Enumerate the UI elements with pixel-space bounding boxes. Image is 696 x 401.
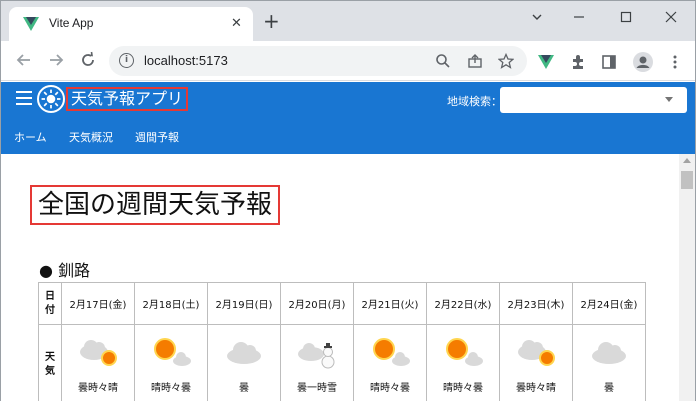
url-text[interactable]: localhost:5173 <box>144 53 228 68</box>
weather-row-label: 天気 <box>38 324 62 401</box>
hamburger-menu-icon[interactable] <box>16 91 32 105</box>
zoom-icon[interactable] <box>435 53 451 69</box>
new-tab-button[interactable]: + <box>263 11 280 31</box>
date-cell: 2月20日(月) <box>280 282 354 325</box>
cloud-sun-icon <box>80 339 117 366</box>
weather-text: 晴時々曇 <box>151 382 191 394</box>
date-cell: 2月18日(土) <box>134 282 208 325</box>
sun-cloud-icon <box>154 337 191 366</box>
scrollbar-thumb[interactable] <box>681 171 693 189</box>
tab-close-icon[interactable]: ✕ <box>231 16 242 31</box>
cloud-icon <box>592 341 626 364</box>
back-icon[interactable] <box>15 51 33 69</box>
page-title: 全国の週間天気予報 <box>30 185 281 225</box>
weather-cell: 晴時々曇 <box>426 324 500 401</box>
sun-cloud-icon <box>373 337 410 366</box>
browser-toolbar: i localhost:5173 <box>1 41 695 81</box>
date-row: 日付 2月17日(金) 2月18日(土) 2月19日(日) 2月20日(月) 2… <box>38 282 646 325</box>
scroll-up-icon[interactable] <box>683 158 691 163</box>
vite-logo-icon <box>23 17 39 31</box>
browser-tab-strip: Vite App ✕ + <box>1 1 695 41</box>
date-cell: 2月22日(水) <box>426 282 500 325</box>
address-bar[interactable]: i localhost:5173 <box>109 46 527 76</box>
profile-avatar-icon[interactable] <box>633 52 653 72</box>
app-logo-icon <box>37 85 65 113</box>
weather-cell: 晴時々曇 <box>353 324 427 401</box>
share-icon[interactable] <box>467 53 483 69</box>
weather-cell: 曇一時雪 <box>280 324 354 401</box>
browser-tab[interactable]: Vite App ✕ <box>9 7 253 41</box>
extensions-icon[interactable] <box>570 54 586 70</box>
close-window-icon[interactable] <box>661 9 681 25</box>
nav-tabs: ホーム 天気概況 週間予報 <box>1 118 695 156</box>
weather-text: 曇時々晴 <box>78 382 118 394</box>
weather-cell: 曇 <box>572 324 646 401</box>
weather-text: 曇 <box>239 382 249 394</box>
date-cell: 2月19日(日) <box>207 282 281 325</box>
app-header: 天気予報アプリ 地域検索： <box>1 82 695 118</box>
weather-text: 曇 <box>604 382 614 394</box>
date-cell: 2月21日(火) <box>353 282 427 325</box>
city-heading: ● 釧路 <box>39 261 91 280</box>
weather-row: 天気 曇時々晴 晴時々曇 曇 曇一時雪 晴時々曇 晴時々曇 曇時々晴 曇 <box>38 324 646 401</box>
reload-icon[interactable] <box>79 51 97 69</box>
weather-cell: 曇時々晴 <box>499 324 573 401</box>
region-search-select[interactable] <box>500 87 687 113</box>
weather-text: 曇一時雪 <box>297 382 337 394</box>
cloud-sun-icon <box>518 339 555 366</box>
vue-devtools-icon[interactable] <box>538 54 554 70</box>
region-search-label: 地域検索： <box>447 95 502 108</box>
vertical-scrollbar[interactable] <box>679 154 695 401</box>
forward-icon[interactable] <box>47 51 65 69</box>
weather-cell: 曇 <box>207 324 281 401</box>
date-cell: 2月24日(金) <box>572 282 646 325</box>
date-cell: 2月17日(金) <box>61 282 135 325</box>
weekly-forecast-table: 日付 2月17日(金) 2月18日(土) 2月19日(日) 2月20日(月) 2… <box>38 282 646 401</box>
site-info-icon[interactable]: i <box>119 53 134 68</box>
weather-cell: 晴時々曇 <box>134 324 208 401</box>
main-content: 全国の週間天気予報 ● 釧路 日付 2月17日(金) 2月18日(土) 2月19… <box>1 154 679 401</box>
maximize-icon[interactable] <box>616 9 636 25</box>
dropdown-caret-icon[interactable] <box>665 97 673 102</box>
bookmark-star-icon[interactable] <box>498 53 514 69</box>
sun-cloud-icon <box>446 337 483 366</box>
tab-home[interactable]: ホーム <box>14 129 47 156</box>
minimize-icon[interactable] <box>527 9 547 25</box>
date-cell: 2月23日(木) <box>499 282 573 325</box>
minimize-window-icon[interactable] <box>569 9 589 25</box>
weather-text: 晴時々曇 <box>370 382 410 394</box>
tab-title: Vite App <box>49 16 94 30</box>
tab-weekly-forecast[interactable]: 週間予報 <box>135 129 179 145</box>
weather-cell: 曇時々晴 <box>61 324 135 401</box>
tab-weather-overview[interactable]: 天気概況 <box>69 129 113 145</box>
cloud-icon <box>227 341 261 364</box>
cloud-snow-icon <box>298 342 335 368</box>
side-panel-icon[interactable] <box>601 54 617 70</box>
weather-text: 曇時々晴 <box>516 382 556 394</box>
app-title: 天気予報アプリ <box>66 87 189 111</box>
weather-text: 晴時々曇 <box>443 382 483 394</box>
more-menu-icon[interactable] <box>667 54 683 70</box>
date-row-label: 日付 <box>38 282 62 325</box>
